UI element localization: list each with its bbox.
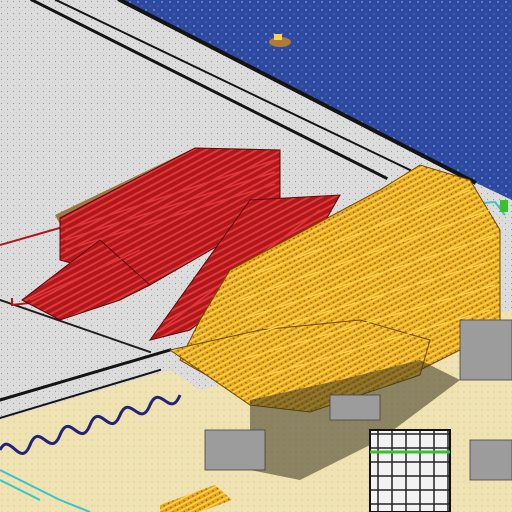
green-trim [500, 200, 508, 212]
white-grid-block[interactable] [369, 429, 451, 512]
game-viewport[interactable] [0, 0, 512, 512]
isometric-world[interactable] [0, 0, 512, 512]
